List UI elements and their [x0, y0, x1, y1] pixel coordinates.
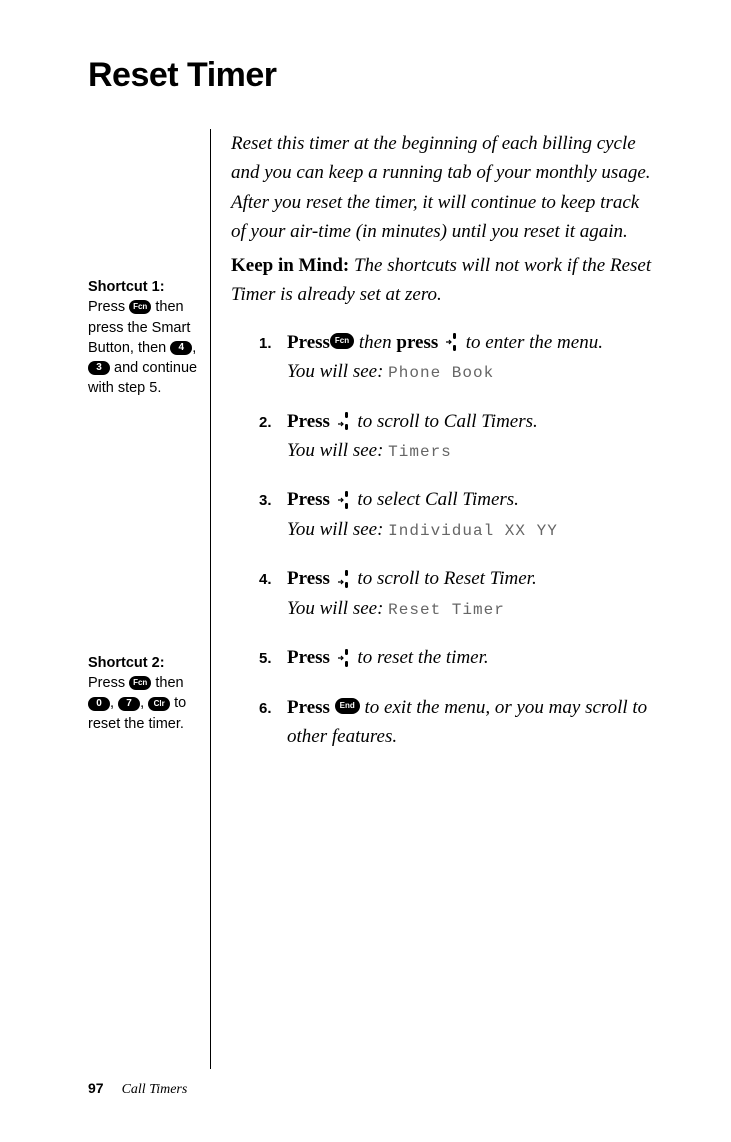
press-label: Press	[287, 697, 330, 718]
step-5: 5. Press to reset the timer.	[259, 643, 657, 672]
section-name: Call Timers	[122, 1082, 188, 1097]
press-label: Press	[287, 332, 330, 353]
main-content: Reset this timer at the beginning of eac…	[210, 129, 661, 1069]
step-text: then	[354, 332, 396, 353]
shortcut-1-sep: ,	[192, 340, 196, 356]
step-text: to reset the timer.	[357, 647, 488, 668]
shortcut-1-title: Shortcut 1:	[88, 279, 165, 295]
nav-right-icon	[337, 491, 351, 509]
press-label: Press	[287, 489, 330, 510]
step-1: 1. PressFcn then press to enter the menu…	[259, 328, 657, 387]
clr-key-icon: Clr	[148, 697, 170, 711]
nav-right-icon	[337, 649, 351, 667]
lcd-text: Timers	[388, 443, 452, 461]
press-label: Press	[287, 647, 330, 668]
shortcut-1: Shortcut 1: Press Fcn then press the Sma…	[88, 277, 202, 399]
you-will-see-label: You will see:	[287, 519, 388, 540]
step-number: 6.	[259, 693, 287, 752]
you-will-see-label: You will see:	[287, 361, 388, 382]
step-text: to select Call Timers.	[357, 489, 519, 510]
page-number: 97	[88, 1080, 104, 1096]
fcn-key-icon: Fcn	[129, 300, 151, 314]
shortcut-2-sep1: ,	[110, 695, 118, 711]
step-6: 6. Press End to exit the menu, or you ma…	[259, 693, 657, 752]
lcd-text: Reset Timer	[388, 601, 505, 619]
sidebar: Shortcut 1: Press Fcn then press the Sma…	[88, 129, 210, 1069]
keep-in-mind-label: Keep in Mind:	[231, 255, 349, 276]
press-label: Press	[287, 568, 330, 589]
fcn-key-icon: Fcn	[129, 676, 151, 690]
you-will-see-label: You will see:	[287, 440, 388, 461]
step-number: 1.	[259, 328, 287, 387]
step-number: 3.	[259, 485, 287, 544]
nav-down-icon	[337, 570, 351, 588]
step-number: 5.	[259, 643, 287, 672]
key-4-icon: 4	[170, 341, 192, 355]
step-number: 2.	[259, 407, 287, 466]
end-key-icon: End	[335, 698, 360, 714]
step-text: to scroll to Call Timers.	[357, 411, 537, 432]
shortcut-2: Shortcut 2: Press Fcn then 0, 7, Clr to …	[88, 653, 202, 734]
step-number: 4.	[259, 564, 287, 623]
key-3-icon: 3	[88, 361, 110, 375]
lcd-text: Phone Book	[388, 364, 494, 382]
press-label: press	[396, 332, 438, 353]
lcd-text: Individual XX YY	[388, 522, 558, 540]
press-label: Press	[287, 411, 330, 432]
step-4: 4. Press to scroll to Reset Timer. You w…	[259, 564, 657, 623]
fcn-key-icon: Fcn	[330, 333, 354, 349]
shortcut-2-title: Shortcut 2:	[88, 655, 165, 671]
shortcut-1-text-a: Press	[88, 299, 129, 315]
key-7-icon: 7	[118, 697, 140, 711]
shortcut-2-text-a: Press	[88, 675, 129, 691]
step-text: to scroll to Reset Timer.	[357, 568, 536, 589]
shortcut-2-text-b: then	[151, 675, 183, 691]
nav-down-icon	[337, 412, 351, 430]
step-3: 3. Press to select Call Timers. You will…	[259, 485, 657, 544]
step-2: 2. Press to scroll to Call Timers. You w…	[259, 407, 657, 466]
keep-in-mind: Keep in Mind: The shortcuts will not wor…	[231, 251, 657, 310]
step-text: to enter the menu.	[466, 332, 603, 353]
page-footer: 97 Call Timers	[88, 1080, 187, 1098]
intro-paragraph: Reset this timer at the beginning of eac…	[231, 129, 657, 247]
shortcut-2-sep2: ,	[140, 695, 148, 711]
you-will-see-label: You will see:	[287, 598, 388, 619]
steps-list: 1. PressFcn then press to enter the menu…	[231, 328, 657, 752]
page-title: Reset Timer	[88, 56, 661, 95]
nav-right-icon	[445, 333, 459, 351]
key-0-icon: 0	[88, 697, 110, 711]
